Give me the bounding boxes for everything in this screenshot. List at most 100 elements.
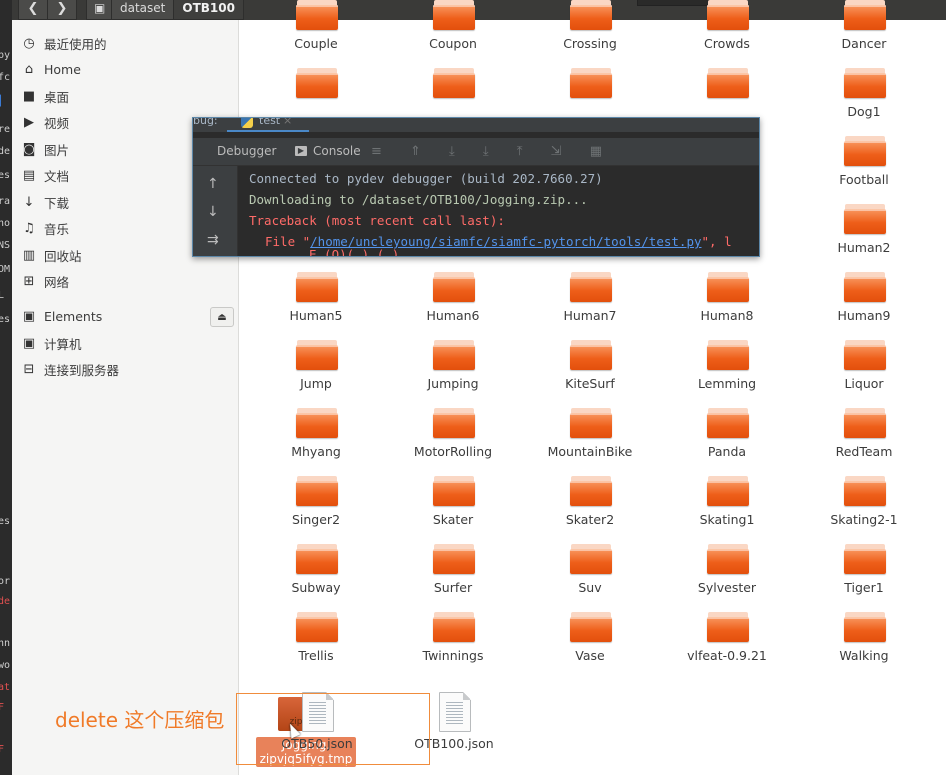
breadcrumb-root-button[interactable]: ▣ [86,0,112,20]
arrow-up-icon[interactable]: ↑ [207,176,219,192]
folder-name: MountainBike [547,444,633,459]
folder-name: Lemming [697,376,757,391]
folder-item[interactable]: Twinnings [385,612,521,674]
sidebar-item-connect-server[interactable]: ⊟ 连接到服务器 [12,357,238,381]
folder-icon [570,544,612,576]
eject-icon: ⏏ [217,311,227,323]
folder-item[interactable]: Coupon [385,0,521,62]
debug-tab-prefix: bug: [193,117,218,127]
folder-icon [844,612,886,644]
navigation-buttons: ❮ ❯ [18,0,77,20]
folder-item[interactable]: Crowds [659,0,795,62]
folder-item[interactable]: Human7 [522,272,658,334]
folder-item[interactable]: Suv [522,544,658,606]
sidebar-item-network[interactable]: ⊞ 网络 [12,269,238,293]
folder-icon [296,408,338,440]
folder-item[interactable]: Vase [522,612,658,674]
console-line-partial: E (O)( ) ( ) [309,247,400,257]
sidebar-item-desktop[interactable]: ■ 桌面 [12,84,238,108]
folder-item[interactable]: Human6 [385,272,521,334]
folder-item[interactable]: Dancer [796,0,932,62]
folder-item[interactable]: RedTeam [796,408,932,470]
folder-item[interactable]: Crossing [522,0,658,62]
folder-name: Human6 [426,308,480,323]
folder-item[interactable]: KiteSurf [522,340,658,402]
sidebar-item-elements[interactable]: ▣ Elements [12,304,238,328]
sidebar-item-computer[interactable]: ▣ 计算机 [12,331,238,355]
folder-item[interactable]: Trellis [248,612,384,674]
tab-debugger[interactable]: Debugger [217,143,276,159]
annotation-box [236,693,430,765]
folder-icon [844,272,886,304]
folder-icon [707,272,749,304]
close-tab-icon[interactable]: × [283,118,292,127]
folder-item[interactable]: Liquor [796,340,932,402]
eject-button[interactable]: ⏏ [210,307,234,327]
debug-step-icons[interactable]: ≡ ⇑ ⤓ ⤓ ⤒ ⇲ ▦ [371,144,614,159]
folder-item[interactable]: Jump [248,340,384,402]
folder-name: MotorRolling [413,444,493,459]
debugger-panel: bug: test × Debugger ▶ Console ≡ ⇑ ⤓ ⤓ ⤒… [192,117,760,257]
debug-tab-test[interactable]: test [259,118,280,127]
folder-name: Coupon [429,36,477,51]
document-icon: ▤ [22,167,36,183]
download-icon: ↓ [23,194,35,210]
folder-item[interactable]: Tiger1 [796,544,932,606]
console-line-error: Traceback (most recent call last): [249,213,505,228]
home-icon: ⌂ [24,61,34,77]
folder-item[interactable]: Human5 [248,272,384,334]
folder-item[interactable]: Skating2-1 [796,476,932,538]
folder-icon [296,544,338,576]
folder-name: Skater [432,512,474,527]
folder-item[interactable]: Mhyang [248,408,384,470]
folder-item[interactable]: Skater [385,476,521,538]
folder-item[interactable]: Jumping [385,340,521,402]
folder-name: Human2 [837,240,891,255]
sidebar-item-label: 下载 [44,195,70,211]
arrow-down-icon[interactable]: ↓ [207,204,219,220]
folder-icon [296,476,338,508]
folder-name: Crossing [563,36,617,51]
folder-item[interactable]: Skating1 [659,476,795,538]
folder-name: Skater2 [565,512,615,527]
sidebar-item-home[interactable]: ⌂ Home [12,57,238,81]
folder-icon [433,544,475,576]
folder-item[interactable]: Football [796,136,932,198]
forward-button[interactable]: ❯ [47,0,77,20]
folder-icon [570,272,612,304]
folder-icon [707,0,749,32]
debug-tabbar: bug: test × [193,118,759,132]
folder-item[interactable]: MountainBike [522,408,658,470]
folder-item[interactable]: Skater2 [522,476,658,538]
sidebar-item-label: 视频 [44,115,70,131]
folder-item[interactable]: vlfeat-0.9.21 [659,612,795,674]
folder-item[interactable]: Human2 [796,204,932,266]
folder-name: Vase [575,648,605,663]
folder-name: Skating2-1 [830,512,898,527]
folder-item[interactable]: Lemming [659,340,795,402]
folder-item[interactable]: Sylvester [659,544,795,606]
breadcrumb-otb100[interactable]: OTB100 [173,0,244,20]
tab-console[interactable]: ▶ Console [295,143,361,159]
folder-item[interactable]: Couple [248,0,384,62]
folder-item[interactable]: Surfer [385,544,521,606]
folder-item[interactable]: Singer2 [248,476,384,538]
folder-item[interactable]: Walking [796,612,932,674]
back-button[interactable]: ❮ [18,0,48,20]
folder-icon [844,544,886,576]
folder-item[interactable]: MotorRolling [385,408,521,470]
folder-item[interactable]: Human8 [659,272,795,334]
breadcrumb-dataset[interactable]: dataset [111,0,175,20]
folder-icon [433,408,475,440]
folder-item[interactable]: Panda [659,408,795,470]
wrap-icon[interactable]: ⇉ [207,232,219,248]
folder-icon [296,272,338,304]
folder-item[interactable]: Subway [248,544,384,606]
folder-icon [844,68,886,100]
folder-item[interactable]: Human9 [796,272,932,334]
folder-name: Surfer [433,580,473,595]
console-line: Connected to pydev debugger (build 202.7… [249,171,603,186]
active-tab-underline [227,130,309,132]
folder-item[interactable]: Dog1 [796,68,932,130]
sidebar-item-recent[interactable]: ◷ 最近使用的 [12,31,238,55]
